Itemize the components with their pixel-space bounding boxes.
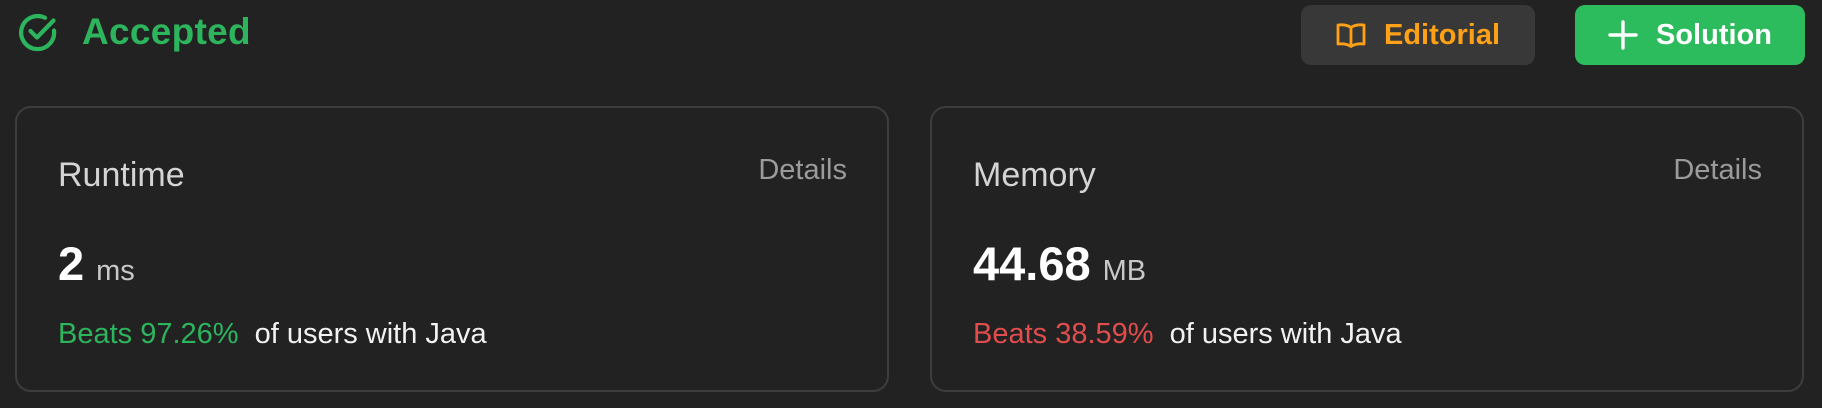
check-circle-icon bbox=[19, 13, 57, 52]
status: Accepted bbox=[16, 10, 251, 54]
runtime-details-link[interactable]: Details bbox=[758, 154, 847, 187]
memory-metric: 44.68 MB bbox=[973, 236, 1146, 291]
memory-beats: Beats 38.59% of users with Java bbox=[973, 318, 1402, 351]
runtime-value: 2 bbox=[58, 237, 85, 290]
runtime-title: Runtime bbox=[58, 156, 185, 194]
runtime-beats-suffix: of users with Java bbox=[254, 318, 487, 350]
editorial-button[interactable]: Editorial bbox=[1301, 5, 1535, 65]
submission-result-panel: Accepted Editorial Solution Runtime Deta… bbox=[0, 0, 1822, 408]
runtime-metric: 2 ms bbox=[58, 236, 135, 291]
runtime-beats: Beats 97.26% of users with Java bbox=[58, 318, 487, 351]
book-open-icon bbox=[1336, 23, 1366, 48]
memory-title: Memory bbox=[973, 156, 1096, 194]
runtime-card: Runtime Details 2 ms Beats 97.26% of use… bbox=[15, 106, 889, 392]
memory-unit: MB bbox=[1102, 255, 1147, 287]
editorial-label: Editorial bbox=[1383, 18, 1500, 51]
runtime-beats-percent: Beats 97.26% bbox=[58, 318, 239, 350]
memory-value: 44.68 bbox=[973, 237, 1091, 290]
runtime-unit: ms bbox=[96, 255, 135, 287]
add-solution-button[interactable]: Solution bbox=[1575, 5, 1805, 65]
solution-label: Solution bbox=[1656, 18, 1772, 51]
memory-details-link[interactable]: Details bbox=[1673, 154, 1762, 187]
status-text: Accepted bbox=[82, 11, 251, 52]
memory-beats-suffix: of users with Java bbox=[1169, 318, 1402, 350]
result-header: Accepted Editorial Solution bbox=[0, 0, 1822, 75]
memory-beats-percent: Beats 38.59% bbox=[973, 318, 1154, 350]
memory-card: Memory Details 44.68 MB Beats 38.59% of … bbox=[930, 106, 1804, 392]
plus-icon bbox=[1608, 20, 1638, 50]
